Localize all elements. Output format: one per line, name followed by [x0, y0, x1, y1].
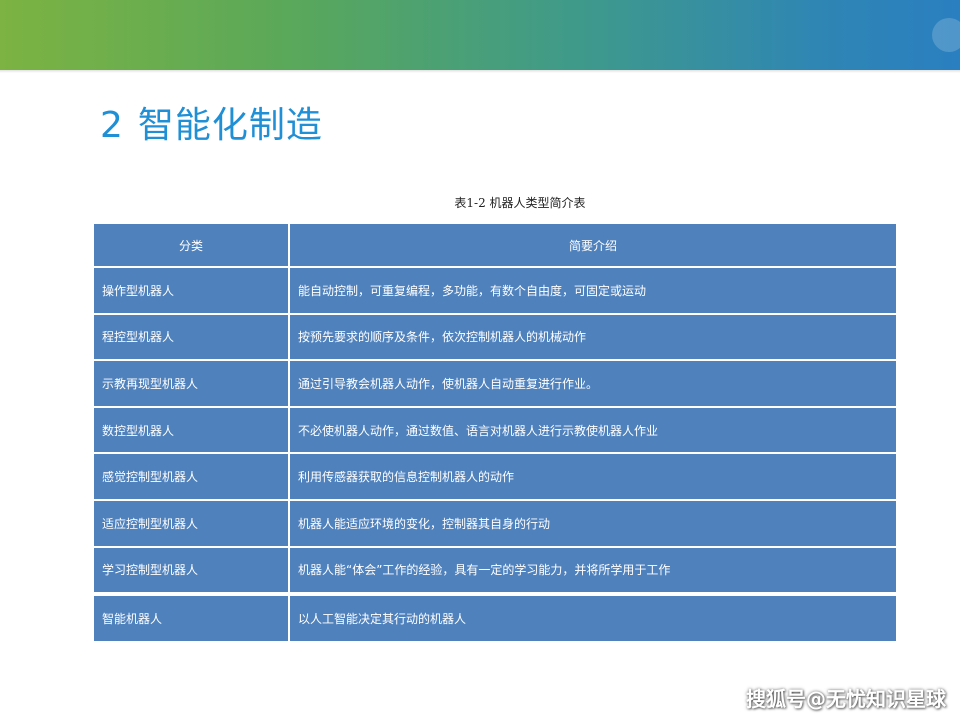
- watermark-text: 搜狐号@无忧知识星球: [746, 687, 946, 711]
- slide-title-number: 2: [100, 105, 124, 146]
- row-category: 智能机器人: [94, 596, 290, 641]
- row-category: 适应控制型机器人: [94, 500, 290, 546]
- robot-types-table: 分类 简要介绍 操作型机器人 能自动控制，可重复编程，多功能，有数个自由度，可固…: [94, 224, 896, 641]
- table-caption: 表1-2 机器人类型简介表: [454, 196, 586, 210]
- row-description: 机器人能适应环境的变化，控制器其自身的行动: [290, 500, 896, 546]
- slide-title: 2 智能化制造: [100, 96, 323, 148]
- row-category: 操作型机器人: [94, 268, 290, 313]
- table-row: 学习控制型机器人 机器人能“体会”工作的经验，具有一定的学习能力，并将所学用于工…: [94, 545, 896, 593]
- row-category: 示教再现型机器人: [94, 361, 290, 406]
- header-category: 分类: [94, 224, 290, 266]
- table-row: 操作型机器人 能自动控制，可重复编程，多功能，有数个自由度，可固定或运动: [94, 266, 896, 313]
- table-row: 感觉控制型机器人 利用传感器获取的信息控制机器人的动作: [94, 452, 896, 499]
- row-category: 感觉控制型机器人: [94, 454, 290, 499]
- row-description: 按预先要求的顺序及条件，依次控制机器人的机械动作: [290, 314, 896, 360]
- row-category: 程控型机器人: [94, 314, 290, 360]
- table-row: 智能机器人 以人工智能决定其行动的机器人: [94, 592, 896, 641]
- header-banner: [0, 0, 960, 70]
- row-description: 利用传感器获取的信息控制机器人的动作: [290, 454, 896, 499]
- banner-shadow: [0, 70, 960, 73]
- row-description: 机器人能“体会”工作的经验，具有一定的学习能力，并将所学用于工作: [290, 547, 896, 593]
- table-row: 示教再现型机器人 通过引导教会机器人动作，使机器人自动重复进行作业。: [94, 359, 896, 406]
- table-row: 程控型机器人 按预先要求的顺序及条件，依次控制机器人的机械动作: [94, 312, 896, 360]
- row-description: 通过引导教会机器人动作，使机器人自动重复进行作业。: [290, 361, 896, 406]
- table-header-row: 分类 简要介绍: [94, 224, 896, 266]
- row-description: 以人工智能决定其行动的机器人: [290, 596, 896, 641]
- table-row: 适应控制型机器人 机器人能适应环境的变化，控制器其自身的行动: [94, 498, 896, 546]
- row-category: 数控型机器人: [94, 407, 290, 453]
- table-row: 数控型机器人 不必使机器人动作，通过数值、语言对机器人进行示教使机器人作业: [94, 405, 896, 453]
- row-description: 能自动控制，可重复编程，多功能，有数个自由度，可固定或运动: [290, 268, 896, 313]
- row-description: 不必使机器人动作，通过数值、语言对机器人进行示教使机器人作业: [290, 407, 896, 453]
- decorative-circle: [932, 18, 960, 52]
- row-category: 学习控制型机器人: [94, 547, 290, 593]
- slide-title-text: 智能化制造: [137, 105, 323, 146]
- header-description: 简要介绍: [290, 224, 896, 266]
